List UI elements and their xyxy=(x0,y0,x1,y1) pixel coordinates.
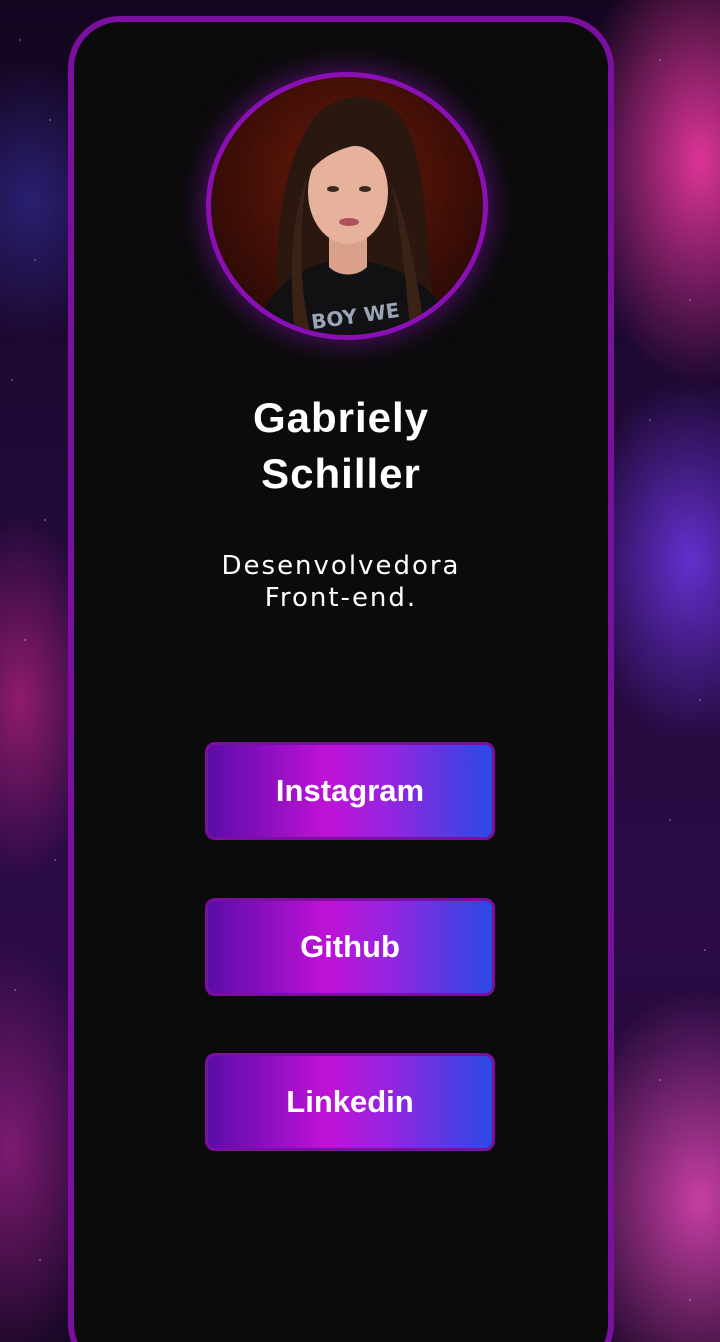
profile-name-last: Schiller xyxy=(261,450,421,497)
profile-card: BOY WE Gabriely Schiller Desenvolvedora … xyxy=(68,16,614,1342)
instagram-button-label: Instagram xyxy=(275,773,425,808)
github-button[interactable]: Github xyxy=(205,898,495,996)
profile-role-line1: Desenvolvedora xyxy=(221,551,461,581)
profile-name-first: Gabriely xyxy=(252,394,430,441)
github-button-label: Github xyxy=(300,929,400,964)
profile-role-line2: Front-end. xyxy=(264,583,418,613)
profile-photo: BOY WE xyxy=(251,96,456,335)
profile-name: Gabriely Schiller xyxy=(74,390,608,502)
linkedin-button-label: Linkedin xyxy=(286,1084,414,1119)
avatar: BOY WE xyxy=(206,72,488,340)
linkedin-button[interactable]: Linkedin xyxy=(205,1053,495,1151)
profile-role: Desenvolvedora Front-end. xyxy=(74,550,608,614)
instagram-button[interactable]: Instagram xyxy=(205,742,495,840)
